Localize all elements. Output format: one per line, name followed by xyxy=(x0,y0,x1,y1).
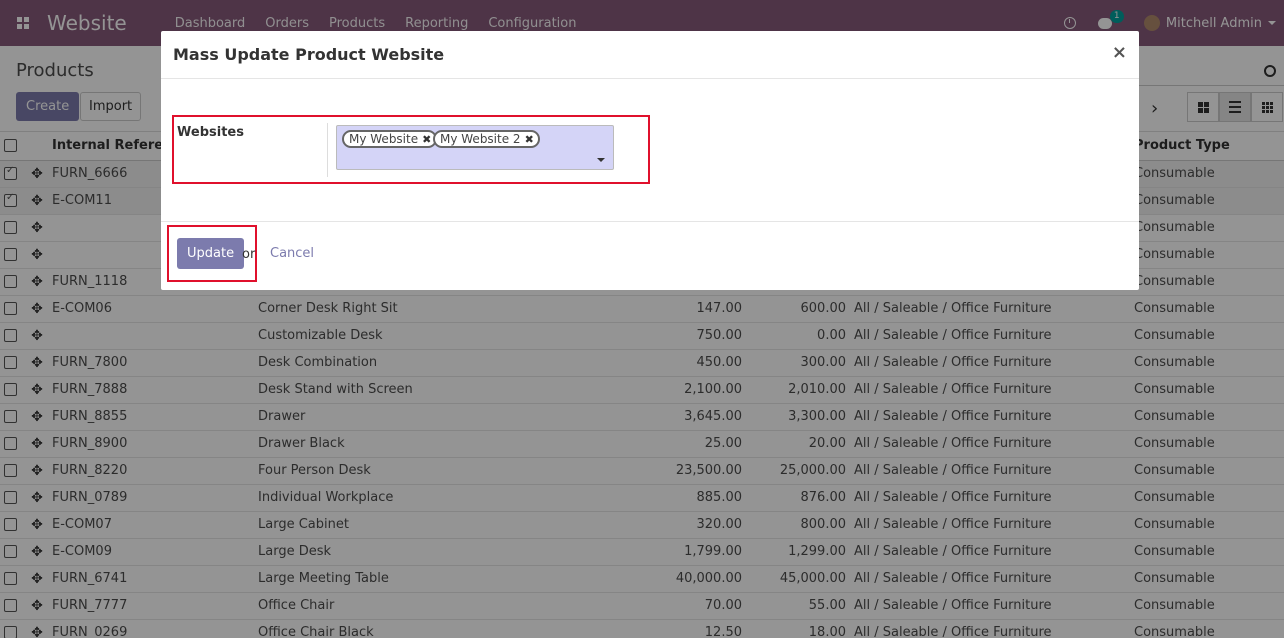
field-divider xyxy=(327,123,328,177)
dialog-footer: Update or Cancel xyxy=(161,221,1139,290)
dropdown-caret-icon[interactable] xyxy=(597,158,605,162)
tag-label: My Website xyxy=(349,132,419,146)
website-tag: My Website 2 ✖ xyxy=(433,130,540,148)
update-button[interactable]: Update xyxy=(177,238,245,269)
mass-update-dialog: Mass Update Product Website × Websites M… xyxy=(161,31,1139,290)
websites-label: Websites xyxy=(177,125,244,140)
dialog-header: Mass Update Product Website × xyxy=(161,31,1139,79)
websites-tags-field[interactable]: My Website ✖ My Website 2 ✖ xyxy=(336,125,614,170)
tag-label: My Website 2 xyxy=(440,132,521,146)
dialog-title: Mass Update Product Website xyxy=(173,45,445,64)
remove-tag-icon[interactable]: ✖ xyxy=(525,133,534,146)
close-icon[interactable]: × xyxy=(1112,42,1127,63)
remove-tag-icon[interactable]: ✖ xyxy=(422,133,431,146)
cancel-link[interactable]: Cancel xyxy=(270,246,314,261)
or-text: or xyxy=(242,247,256,262)
website-tag: My Website ✖ xyxy=(342,130,438,148)
